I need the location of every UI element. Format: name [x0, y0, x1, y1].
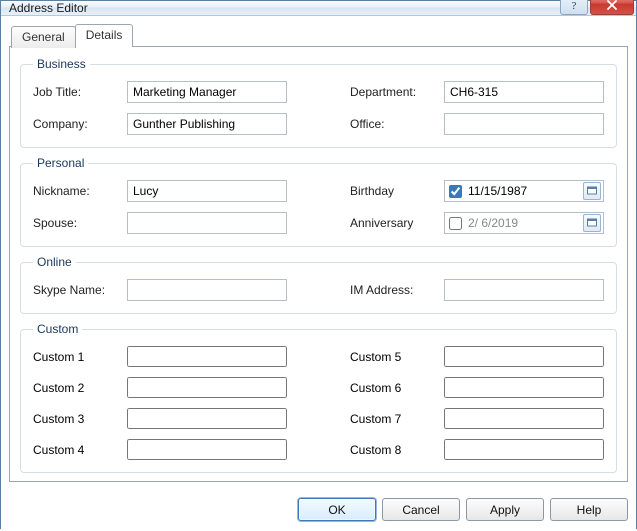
birthday-checkbox[interactable] [449, 185, 462, 198]
custom-7-label: Custom 7 [350, 412, 436, 426]
company-input[interactable] [127, 113, 287, 135]
nickname-label: Nickname: [33, 184, 119, 198]
close-icon [606, 0, 618, 10]
group-custom-legend: Custom [33, 322, 82, 336]
group-business-legend: Business [33, 57, 90, 71]
close-button[interactable] [590, 0, 634, 15]
anniversary-value: 2/ 6/2019 [468, 216, 577, 230]
titlebar-buttons: ? [560, 0, 634, 15]
im-input[interactable] [444, 279, 604, 301]
client-area: General Details Business Job Title: Depa… [1, 16, 636, 490]
cancel-button[interactable]: Cancel [382, 498, 460, 521]
skype-input[interactable] [127, 279, 287, 301]
anniversary-dropdown[interactable] [583, 214, 601, 232]
custom-2-input[interactable] [127, 377, 287, 398]
apply-button[interactable]: Apply [466, 498, 544, 521]
spouse-label: Spouse: [33, 216, 119, 230]
custom-4-label: Custom 4 [33, 443, 119, 457]
group-online-legend: Online [33, 255, 76, 269]
department-input[interactable] [444, 81, 604, 103]
custom-3-input[interactable] [127, 408, 287, 429]
custom-7-input[interactable] [444, 408, 604, 429]
custom-8-label: Custom 8 [350, 443, 436, 457]
calendar-dropdown-icon [586, 217, 598, 229]
custom-5-label: Custom 5 [350, 350, 436, 364]
company-label: Company: [33, 117, 119, 131]
anniversary-checkbox[interactable] [449, 217, 462, 230]
tab-details[interactable]: Details [75, 24, 134, 47]
nickname-input[interactable] [127, 180, 287, 202]
department-label: Department: [350, 85, 436, 99]
custom-3-label: Custom 3 [33, 412, 119, 426]
spouse-input[interactable] [127, 212, 287, 234]
office-input[interactable] [444, 113, 604, 135]
custom-6-label: Custom 6 [350, 381, 436, 395]
group-online: Online Skype Name: IM Address: [20, 255, 617, 314]
ok-button[interactable]: OK [298, 498, 376, 521]
group-personal-legend: Personal [33, 156, 88, 170]
custom-4-input[interactable] [127, 439, 287, 460]
svg-text:?: ? [572, 0, 577, 11]
help-icon: ? [569, 0, 579, 11]
custom-1-input[interactable] [127, 346, 287, 367]
calendar-dropdown-icon [586, 185, 598, 197]
job-title-label: Job Title: [33, 85, 119, 99]
skype-label: Skype Name: [33, 283, 119, 297]
birthday-label: Birthday [350, 184, 436, 198]
group-custom: Custom Custom 1 Custom 5 Custom 2 Custom… [20, 322, 617, 473]
birthday-dropdown[interactable] [583, 182, 601, 200]
button-bar: OK Cancel Apply Help [1, 490, 636, 531]
custom-1-label: Custom 1 [33, 350, 119, 364]
window-title: Address Editor [9, 1, 560, 15]
anniversary-label: Anniversary [350, 216, 436, 230]
im-label: IM Address: [350, 283, 436, 297]
group-personal: Personal Nickname: Birthday 11/15/1987 S… [20, 156, 617, 247]
tabstrip: General Details [9, 24, 628, 47]
tab-body-details: Business Job Title: Department: Company:… [9, 46, 628, 482]
group-business: Business Job Title: Department: Company:… [20, 57, 617, 148]
custom-5-input[interactable] [444, 346, 604, 367]
custom-6-input[interactable] [444, 377, 604, 398]
dialog-window: Address Editor ? General Details Busines… [0, 0, 637, 529]
help-button[interactable]: ? [560, 0, 588, 15]
tab-general[interactable]: General [11, 26, 76, 48]
custom-8-input[interactable] [444, 439, 604, 460]
titlebar: Address Editor ? [1, 1, 636, 16]
birthday-value: 11/15/1987 [468, 184, 577, 198]
help-button-bottom[interactable]: Help [550, 498, 628, 521]
anniversary-field[interactable]: 2/ 6/2019 [444, 212, 604, 234]
birthday-field[interactable]: 11/15/1987 [444, 180, 604, 202]
custom-2-label: Custom 2 [33, 381, 119, 395]
job-title-input[interactable] [127, 81, 287, 103]
office-label: Office: [350, 117, 436, 131]
